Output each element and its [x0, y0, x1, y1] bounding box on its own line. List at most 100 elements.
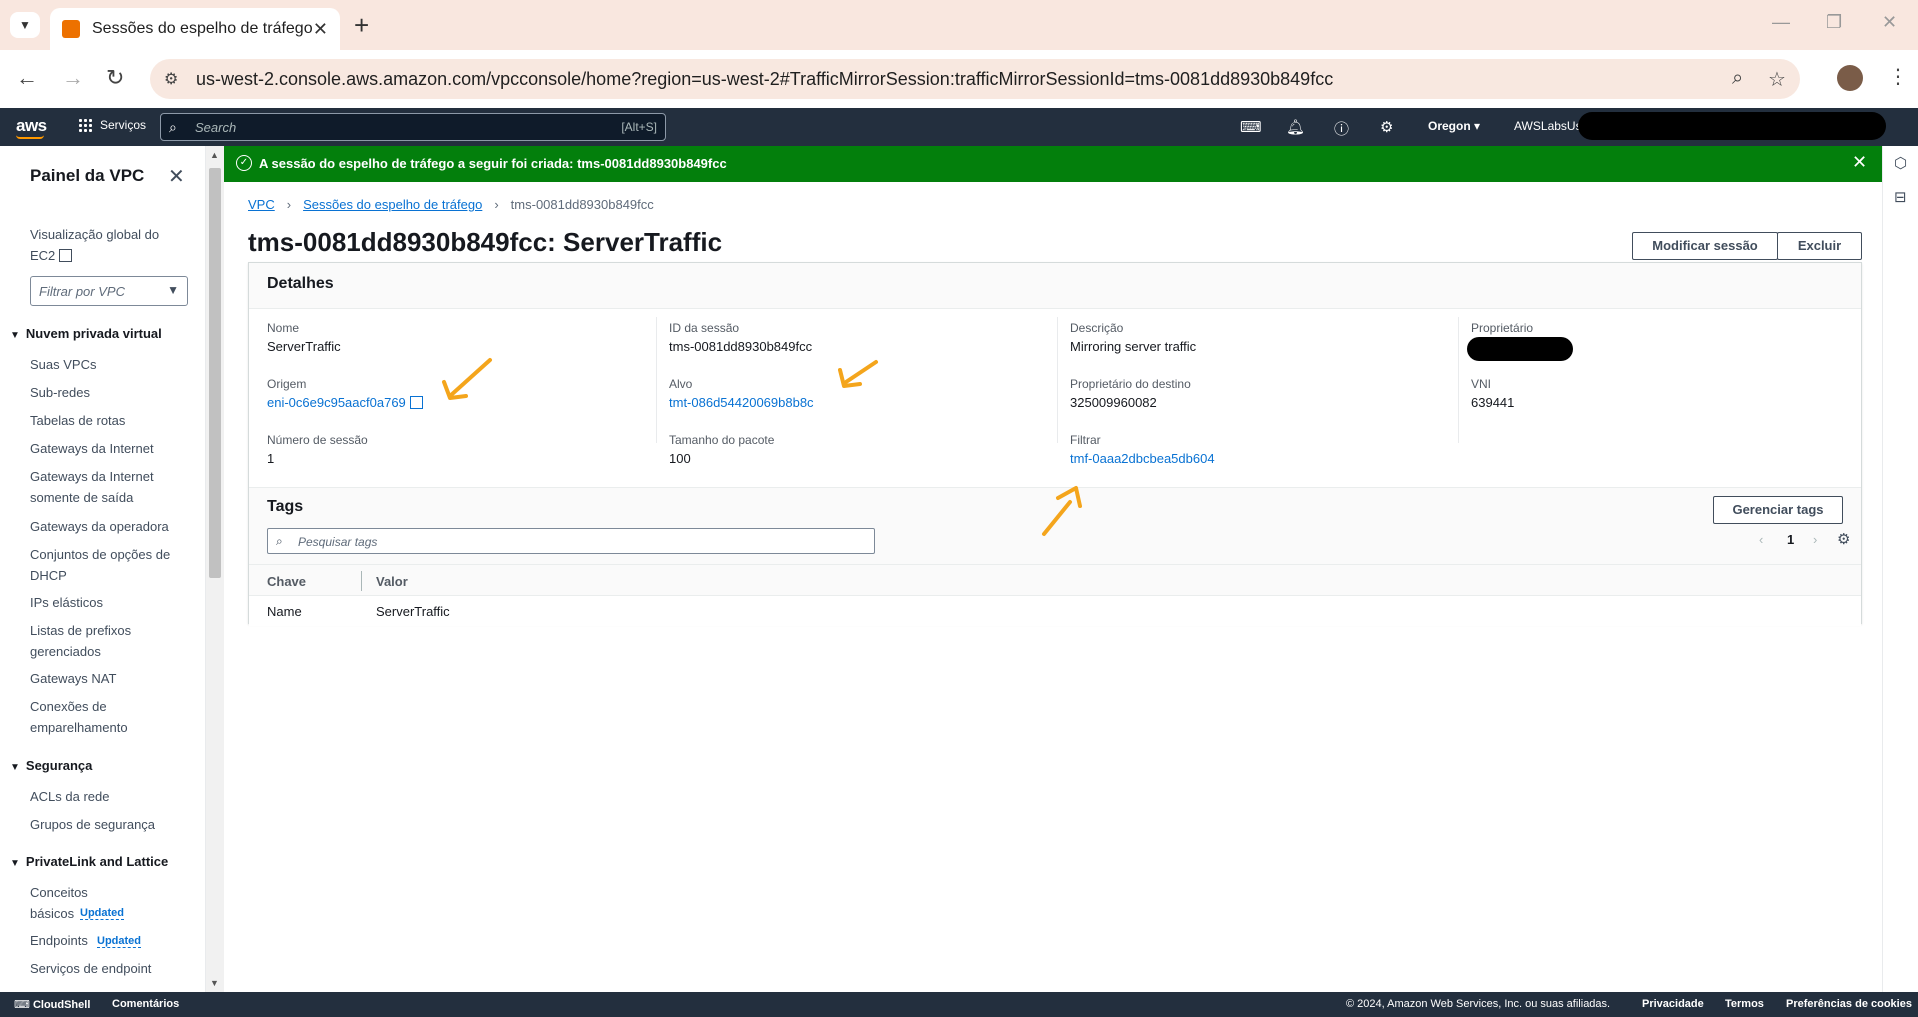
zoom-icon[interactable]: ⌕	[1732, 67, 1743, 90]
updated-badge: Updated	[80, 907, 124, 920]
aws-logo[interactable]: aws	[16, 116, 47, 136]
filter-link[interactable]: tmf-0aaa2dbcbea5db604	[1070, 451, 1215, 466]
sidebar-item-egress-only-gateways[interactable]: Gateways da Internet somente de saída	[30, 466, 180, 508]
dest-owner-value: 325009960082	[1070, 395, 1157, 410]
cloudshell-button[interactable]: ⌨ CloudShell	[14, 998, 90, 1011]
tags-heading: Tags	[267, 498, 304, 515]
copyright-text: © 2024, Amazon Web Services, Inc. ou sua…	[1346, 998, 1611, 1010]
sidebar-item-your-vpcs[interactable]: Suas VPCs	[30, 354, 180, 375]
sidebar-scrollbar[interactable]: ▲ ▼	[206, 146, 224, 992]
profile-avatar[interactable]	[1837, 65, 1863, 91]
sidebar-item-nat-gateways[interactable]: Gateways NAT	[30, 668, 180, 689]
redacted-owner-block	[1467, 337, 1573, 361]
scrollbar-thumb[interactable]	[209, 168, 221, 578]
new-tab-plus-icon[interactable]: +	[354, 10, 369, 41]
browser-tab-active[interactable]: Sessões do espelho de tráfego | ✕	[50, 8, 340, 50]
reload-icon[interactable]: ↻	[106, 65, 124, 91]
sidebar-item-internet-gateways[interactable]: Gateways da Internet	[30, 438, 180, 459]
tab-list-chevron-icon[interactable]: ▼	[10, 12, 40, 38]
sidebar-item-dhcp-options[interactable]: Conjuntos de opções de DHCP	[30, 544, 180, 586]
breadcrumb-vpc-link[interactable]: VPC	[248, 197, 275, 212]
details-panel: Detalhes Nome ServerTraffic Origem eni-0…	[248, 262, 1862, 626]
breadcrumb-sessions-link[interactable]: Sessões do espelho de tráfego	[303, 197, 482, 212]
minimize-icon[interactable]: —	[1772, 12, 1790, 33]
previous-page-icon[interactable]: ‹	[1759, 532, 1763, 547]
aws-search-input[interactable]: ⌕ Search [Alt+S]	[160, 113, 666, 141]
sidebar-section-security[interactable]: ▼ Segurança	[10, 758, 92, 773]
page-number[interactable]: 1	[1787, 532, 1794, 547]
table-settings-gear-icon[interactable]: ⚙	[1837, 530, 1850, 548]
window-close-icon[interactable]: ✕	[1882, 12, 1897, 33]
privacy-link[interactable]: Privacidade	[1642, 998, 1704, 1010]
column-resizer[interactable]	[361, 571, 362, 591]
terms-link[interactable]: Termos	[1725, 998, 1764, 1010]
vni-value: 639441	[1471, 395, 1515, 410]
browser-tabstrip: ▼ Sessões do espelho de tráfego | ✕ + — …	[0, 0, 1918, 50]
dismiss-flash-icon[interactable]: ✕	[1852, 152, 1867, 173]
breadcrumb: VPC › Sessões do espelho de tráfego › tm…	[248, 197, 654, 212]
tab-close-icon[interactable]: ✕	[313, 19, 328, 40]
browser-menu-icon[interactable]: ⋮	[1888, 64, 1908, 89]
source-eni-link[interactable]: eni-0c6e9c95aacf0a769	[267, 395, 423, 410]
tag-search-input[interactable]: ⌕ Pesquisar tags	[267, 528, 875, 554]
session-id-value: tms-0081dd8930b849fcc	[669, 339, 813, 354]
sidebar-item-endpoint-services[interactable]: Serviços de endpoint	[30, 958, 180, 979]
forward-arrow-icon[interactable]: →	[62, 65, 84, 91]
sidebar-item-peering-connections[interactable]: Conexões de emparelhamento	[30, 696, 180, 738]
sidebar-item-carrier-gateways[interactable]: Gateways da operadora	[30, 516, 180, 537]
target-link[interactable]: tmt-086d54420069b8b8c	[669, 395, 814, 410]
sidebar-item-global-view[interactable]: Visualização global do EC2	[30, 224, 180, 266]
section-label: Nuvem privada virtual	[25, 326, 162, 341]
bookmark-star-icon[interactable]: ☆	[1768, 67, 1786, 92]
sidebar-item-subnets[interactable]: Sub-redes	[30, 382, 180, 403]
sidebar-item-elastic-ips[interactable]: IPs elásticos	[30, 592, 180, 613]
next-page-icon[interactable]: ›	[1813, 532, 1817, 547]
sidebar-section-vpc[interactable]: ▼ Nuvem privada virtual	[10, 326, 162, 341]
tag-value-cell: ServerTraffic	[376, 604, 450, 619]
help-panel-icon[interactable]: ⊟	[1894, 188, 1907, 206]
column-header-value[interactable]: Valor	[376, 574, 408, 589]
notifications-bell-icon[interactable]: 🔔︎	[1286, 118, 1305, 136]
column-divider	[1057, 317, 1058, 443]
search-icon: ⌕	[276, 534, 283, 548]
redacted-account-block	[1578, 112, 1886, 140]
cloudshell-label: CloudShell	[32, 999, 91, 1011]
address-bar[interactable]: ⚙ us-west-2.console.aws.amazon.com/vpcco…	[150, 59, 1800, 99]
info-panel-icon[interactable]: ⬡	[1894, 154, 1907, 172]
url-text[interactable]: us-west-2.console.aws.amazon.com/vpccons…	[196, 69, 1333, 90]
sidebar-item-route-tables[interactable]: Tabelas de rotas	[30, 410, 180, 431]
help-icon[interactable]: ⓘ	[1334, 118, 1349, 139]
site-info-icon[interactable]: ⚙	[164, 69, 178, 89]
cookie-preferences-link[interactable]: Preferências de cookies	[1786, 998, 1912, 1010]
modify-session-button[interactable]: Modificar sessão	[1632, 232, 1778, 260]
vpc-sidebar: Painel da VPC ✕ Visualização global do E…	[0, 146, 206, 992]
column-divider	[1458, 317, 1459, 443]
search-icon: ⌕	[169, 119, 177, 135]
filter-placeholder: Filtrar por VPC	[39, 284, 125, 299]
sidebar-close-icon[interactable]: ✕	[168, 164, 185, 189]
session-number-label: Número de sessão	[267, 433, 368, 447]
vpc-filter-select[interactable]: Filtrar por VPC ▼	[30, 276, 188, 306]
sidebar-item-endpoints[interactable]: Endpoints	[30, 930, 100, 951]
settings-gear-icon[interactable]: ⚙	[1380, 118, 1393, 136]
sidebar-section-privatelink[interactable]: ▼ PrivateLink and Lattice	[10, 854, 168, 869]
success-flash-bar: ✓ A sessão do espelho de tráfego a segui…	[224, 146, 1882, 182]
sidebar-item-security-groups[interactable]: Grupos de segurança	[30, 814, 180, 835]
sidebar-item-network-acls[interactable]: ACLs da rede	[30, 786, 180, 807]
grid-icon	[78, 118, 92, 132]
region-selector[interactable]: Oregon ▾	[1428, 119, 1480, 133]
manage-tags-button[interactable]: Gerenciar tags	[1713, 496, 1843, 524]
feedback-link[interactable]: Comentários	[112, 998, 179, 1010]
cloudshell-icon[interactable]: ⌨	[1240, 118, 1262, 136]
section-label: Segurança	[25, 758, 93, 773]
restore-icon[interactable]: ❐	[1826, 12, 1842, 33]
scroll-down-icon[interactable]: ▼	[210, 978, 219, 988]
scroll-up-icon[interactable]: ▲	[210, 150, 219, 160]
description-value: Mirroring server traffic	[1070, 339, 1197, 354]
sidebar-item-prefix-lists[interactable]: Listas de prefixos gerenciados	[30, 620, 180, 662]
services-menu-button[interactable]: Serviços	[78, 118, 146, 132]
column-header-key[interactable]: Chave	[267, 574, 306, 589]
back-arrow-icon[interactable]: ←	[16, 65, 38, 91]
caret-down-icon: ▼	[167, 283, 179, 297]
delete-button[interactable]: Excluir	[1777, 232, 1862, 260]
